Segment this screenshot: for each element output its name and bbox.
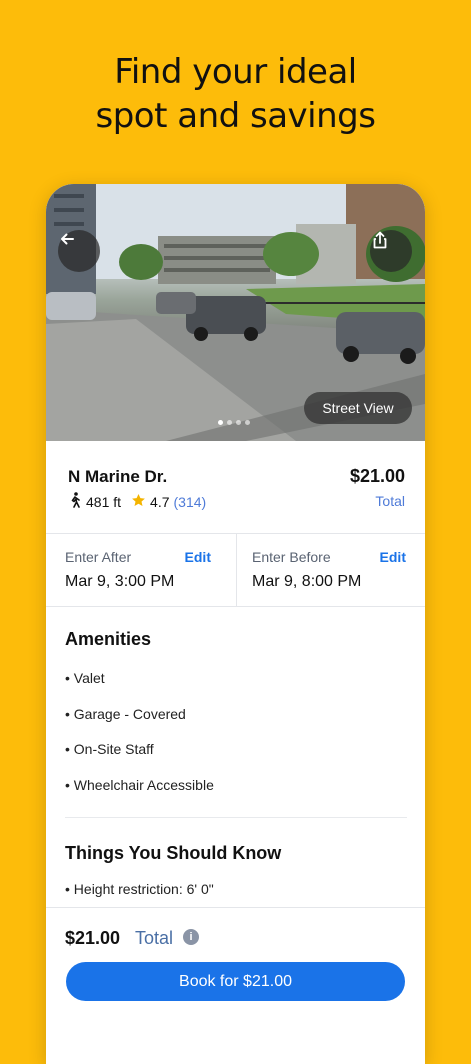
street-view-button[interactable]: Street View	[304, 392, 412, 424]
info-icon[interactable]: i	[183, 929, 199, 945]
headline-line-2: spot and savings	[95, 96, 376, 136]
street-photo[interactable]: Street View	[46, 184, 425, 441]
footer-price: $21.00	[65, 928, 121, 948]
amenities-title: Amenities	[65, 629, 152, 649]
things-to-know-item: • Height restriction: 6' 0"	[65, 881, 214, 897]
enter-after-cell[interactable]: Enter After Edit Mar 9, 3:00 PM	[46, 534, 235, 606]
carousel-dot[interactable]	[218, 420, 223, 425]
listing-price-label: Total	[375, 493, 405, 509]
carousel-dot[interactable]	[227, 420, 232, 425]
listing-price: $21.00	[349, 466, 405, 486]
enter-after-value: Mar 9, 3:00 PM	[65, 573, 175, 590]
listing-meta: 481 ft 4.7 (314)	[68, 492, 206, 511]
booking-footer: $21.00 Total i Book for $21.00	[46, 907, 425, 1064]
location-name: N Marine Dr.	[68, 467, 168, 486]
walking-icon	[68, 492, 82, 511]
listing-summary: N Marine Dr. 481 ft 4.7 (314) $21.00 Tot…	[46, 441, 425, 533]
share-button[interactable]	[370, 230, 412, 272]
phone-screen: Street View N Marine Dr. 481 ft 4.7 (314…	[46, 184, 425, 1064]
star-icon	[131, 493, 146, 511]
amenity-item: • Wheelchair Accessible	[65, 777, 214, 793]
amenity-item: • Garage - Covered	[65, 706, 186, 722]
carousel-dot[interactable]	[245, 420, 250, 425]
walking-distance: 481 ft	[86, 493, 122, 510]
footer-total-label: Total	[135, 928, 174, 948]
headline-line-1: Find your ideal	[114, 52, 357, 92]
amenity-item: • Valet	[65, 670, 105, 686]
time-selector: Enter After Edit Mar 9, 3:00 PM Enter Be…	[46, 533, 425, 607]
section-divider	[65, 817, 407, 818]
things-to-know-title: Things You Should Know	[65, 843, 282, 863]
enter-after-label: Enter After	[65, 549, 132, 565]
review-count[interactable]: (314)	[174, 494, 207, 510]
book-button[interactable]: Book for $21.00	[66, 962, 405, 1001]
headline: Find your ideal spot and savings	[0, 50, 471, 138]
enter-before-label: Enter Before	[252, 549, 331, 565]
back-button[interactable]	[58, 230, 100, 272]
carousel-dots	[218, 420, 250, 425]
enter-after-edit-button[interactable]: Edit	[185, 549, 211, 565]
amenity-item: • On-Site Staff	[65, 741, 154, 757]
enter-before-cell[interactable]: Enter Before Edit Mar 9, 8:00 PM	[236, 534, 425, 606]
rating-value: 4.7	[150, 493, 170, 510]
enter-before-value: Mar 9, 8:00 PM	[252, 573, 362, 590]
enter-before-edit-button[interactable]: Edit	[380, 549, 406, 565]
carousel-dot[interactable]	[236, 420, 241, 425]
